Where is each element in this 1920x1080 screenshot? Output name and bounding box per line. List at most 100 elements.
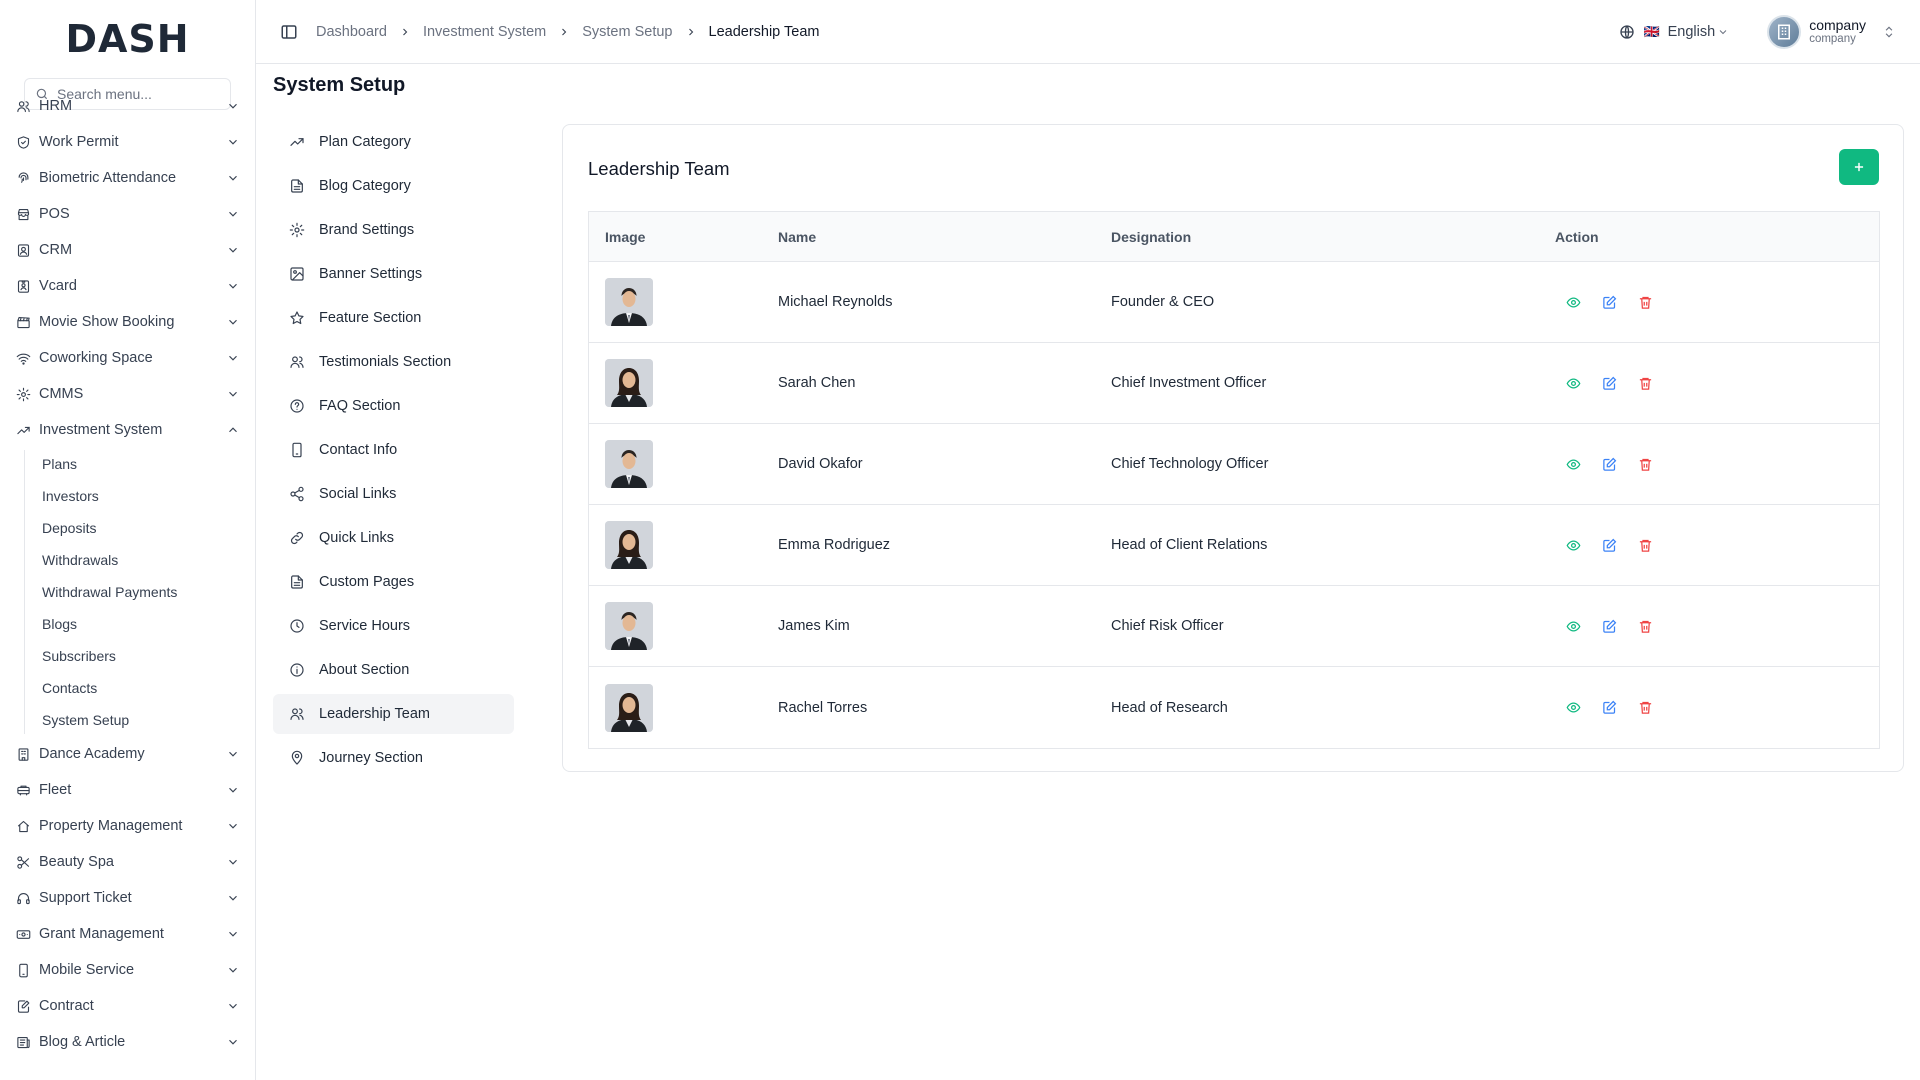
submenu-item-system-setup[interactable]: System Setup xyxy=(26,704,255,736)
settings-nav-quick-links[interactable]: Quick Links xyxy=(273,518,514,558)
edit-button[interactable] xyxy=(1599,535,1619,555)
sidebar-item-label: Biometric Attendance xyxy=(39,170,177,186)
sidebar-item-label: CRM xyxy=(39,242,73,258)
sidebar-item-property-management[interactable]: Property Management xyxy=(0,808,255,844)
edit-button[interactable] xyxy=(1599,292,1619,312)
language-selector[interactable]: 🇬🇧 English xyxy=(1619,24,1729,40)
delete-button[interactable] xyxy=(1635,292,1655,312)
submenu-item-deposits[interactable]: Deposits xyxy=(26,512,255,544)
delete-button[interactable] xyxy=(1635,454,1655,474)
home-icon xyxy=(17,820,30,832)
breadcrumb-item[interactable]: System Setup xyxy=(582,24,672,40)
sidebar-item-mobile-service[interactable]: Mobile Service xyxy=(0,952,255,988)
settings-nav-label: Testimonials Section xyxy=(319,354,452,370)
sidebar-menu: HRM Work Permit Biometric Attendance POS CRM… xyxy=(0,88,255,1060)
settings-nav-journey-section[interactable]: Journey Section xyxy=(273,738,514,778)
sidebar-item-fleet[interactable]: Fleet xyxy=(0,772,255,808)
settings-nav-blog-category[interactable]: Blog Category xyxy=(273,166,514,206)
chevron-down-icon xyxy=(229,247,237,253)
wifi-icon xyxy=(16,353,31,365)
cell-actions xyxy=(1555,373,1879,393)
submenu-item-plans[interactable]: Plans xyxy=(26,448,255,480)
table-row: James Kim Chief Risk Officer xyxy=(589,586,1879,667)
eye-icon xyxy=(1566,377,1580,389)
phone-icon xyxy=(292,442,302,458)
logo[interactable]: DASH xyxy=(0,0,255,78)
view-button[interactable] xyxy=(1563,454,1583,474)
view-button[interactable] xyxy=(1563,373,1583,393)
settings-nav-faq-section[interactable]: FAQ Section xyxy=(273,386,514,426)
add-member-button[interactable] xyxy=(1839,149,1879,185)
submenu-item-subscribers[interactable]: Subscribers xyxy=(26,640,255,672)
sidebar-toggle-icon[interactable] xyxy=(280,23,298,41)
settings-nav-feature-section[interactable]: Feature Section xyxy=(273,298,514,338)
delete-button[interactable] xyxy=(1635,535,1655,555)
delete-button[interactable] xyxy=(1635,373,1655,393)
view-button[interactable] xyxy=(1563,292,1583,312)
column-header-image: Image xyxy=(605,228,646,245)
sidebar-item-biometric-attendance[interactable]: Biometric Attendance xyxy=(0,160,255,196)
settings-nav-label: Quick Links xyxy=(319,530,394,546)
settings-nav-label: About Section xyxy=(319,662,410,678)
view-button[interactable] xyxy=(1563,535,1583,555)
sidebar-item-crm[interactable]: CRM xyxy=(0,232,255,268)
cell-name: David Okafor xyxy=(778,456,863,472)
sidebar-item-pos[interactable]: POS xyxy=(0,196,255,232)
sidebar-item-movie-show-booking[interactable]: Movie Show Booking xyxy=(0,304,255,340)
trash-icon xyxy=(1639,620,1651,633)
sidebar-item-coworking-space[interactable]: Coworking Space xyxy=(0,340,255,376)
settings-nav-label: FAQ Section xyxy=(319,398,401,414)
settings-nav-contact-info[interactable]: Contact Info xyxy=(273,430,514,470)
company-switcher[interactable]: company company xyxy=(1767,14,1896,49)
settings-nav-about-section[interactable]: About Section xyxy=(273,650,514,690)
submenu-item-withdrawal-payments[interactable]: Withdrawal Payments xyxy=(26,576,255,608)
sidebar-item-investment-system[interactable]: Investment System xyxy=(0,412,255,448)
sidebar-item-label: Vcard xyxy=(39,278,77,294)
sidebar-item-vcard[interactable]: Vcard xyxy=(0,268,255,304)
settings-nav-service-hours[interactable]: Service Hours xyxy=(273,606,514,646)
settings-nav-testimonials-section[interactable]: Testimonials Section xyxy=(273,342,514,382)
sidebar-item-support-ticket[interactable]: Support Ticket xyxy=(0,880,255,916)
edit-button[interactable] xyxy=(1599,373,1619,393)
headphones-icon xyxy=(17,892,30,904)
edit-button[interactable] xyxy=(1599,616,1619,636)
phone-icon xyxy=(19,963,28,977)
sidebar-item-cmms[interactable]: CMMS xyxy=(0,376,255,412)
sidebar-item-label: Work Permit xyxy=(39,134,119,150)
submenu-item-blogs[interactable]: Blogs xyxy=(26,608,255,640)
sidebar-item-beauty-spa[interactable]: Beauty Spa xyxy=(0,844,255,880)
settings-nav-custom-pages[interactable]: Custom Pages xyxy=(273,562,514,602)
sidebar-item-work-permit[interactable]: Work Permit xyxy=(0,124,255,160)
member-photo xyxy=(605,602,653,650)
submenu-item-contacts[interactable]: Contacts xyxy=(26,672,255,704)
chevron-down-icon xyxy=(229,103,237,109)
sidebar-item-blog-article[interactable]: Blog & Article xyxy=(0,1024,255,1060)
settings-nav-social-links[interactable]: Social Links xyxy=(273,474,514,514)
settings-nav-leadership-team[interactable]: Leadership Team xyxy=(273,694,514,734)
settings-nav-plan-category[interactable]: Plan Category xyxy=(273,122,514,162)
sidebar-item-hrm[interactable]: HRM xyxy=(0,88,255,124)
view-button[interactable] xyxy=(1563,698,1583,718)
settings-nav-banner-settings[interactable]: Banner Settings xyxy=(273,254,514,294)
member-photo xyxy=(605,683,653,732)
breadcrumb-item[interactable]: Investment System xyxy=(423,24,546,40)
clapper-icon xyxy=(17,316,30,328)
edit-button[interactable] xyxy=(1599,698,1619,718)
trash-icon xyxy=(1639,539,1651,552)
sidebar-item-grant-management[interactable]: Grant Management xyxy=(0,916,255,952)
settings-nav-label: Service Hours xyxy=(319,618,411,634)
users-icon xyxy=(17,100,30,112)
sidebar-item-dance-academy[interactable]: Dance Academy xyxy=(0,736,255,772)
view-button[interactable] xyxy=(1563,616,1583,636)
delete-button[interactable] xyxy=(1635,616,1655,636)
delete-button[interactable] xyxy=(1635,698,1655,718)
submenu-item-withdrawals[interactable]: Withdrawals xyxy=(26,544,255,576)
edit-button[interactable] xyxy=(1599,454,1619,474)
leadership-team-card: Leadership Team Image Name Designation A… xyxy=(562,124,1904,772)
submenu-item-investors[interactable]: Investors xyxy=(26,480,255,512)
settings-nav-brand-settings[interactable]: Brand Settings xyxy=(273,210,514,250)
settings-nav-label: Brand Settings xyxy=(319,222,415,238)
sidebar-item-contract[interactable]: Contract xyxy=(0,988,255,1024)
settings-nav-label: Banner Settings xyxy=(319,266,423,282)
breadcrumb-item[interactable]: Dashboard xyxy=(316,24,387,40)
